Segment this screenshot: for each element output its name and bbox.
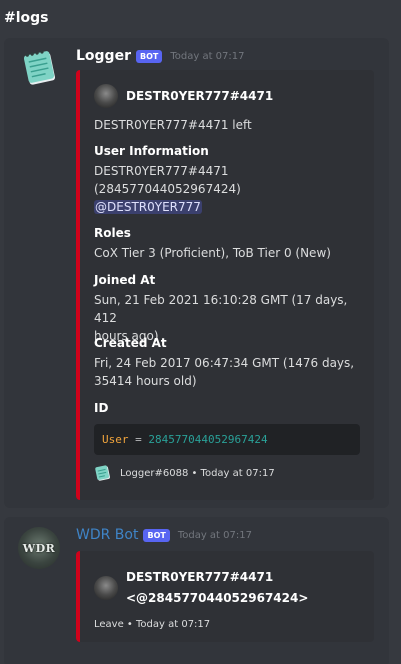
field-name-roles: Roles bbox=[94, 226, 131, 240]
user-tag: DESTR0YER777#4471 bbox=[94, 164, 229, 178]
wdr-avatar-text: WDR bbox=[22, 541, 56, 555]
embed-footer-text: Leave • Today at 07:17 bbox=[94, 619, 211, 630]
created-line-1: Fri, 24 Feb 2017 06:47:34 GMT (1476 days… bbox=[94, 356, 355, 370]
field-value-created: Fri, 24 Feb 2017 06:47:34 GMT (1476 days… bbox=[94, 354, 364, 390]
embed-footer: Logger#6088 • Today at 07:17 bbox=[94, 464, 275, 482]
bot-tag: BOT bbox=[135, 49, 163, 63]
author-avatar-icon bbox=[94, 576, 118, 600]
embed: DESTR0YER777#4471 <@284577044052967424> … bbox=[76, 551, 374, 642]
embed-author: DESTR0YER777#4471 bbox=[94, 84, 273, 108]
channel-title: #logs bbox=[4, 10, 49, 26]
timestamp[interactable]: Today at 07:17 bbox=[178, 530, 252, 541]
created-line-2: 35414 hours old) bbox=[94, 374, 197, 388]
author-line-2: <@284577044052967424> bbox=[126, 591, 309, 605]
timestamp[interactable]: Today at 07:17 bbox=[170, 51, 244, 62]
username[interactable]: WDR Bot bbox=[76, 527, 138, 543]
field-value-roles: CoX Tier 3 (Proficient), ToB Tier 0 (New… bbox=[94, 246, 331, 260]
message-logger: Logger BOT Today at 07:17 DESTR0YER777#4… bbox=[4, 38, 389, 508]
message-wdr-bot: WDR WDR Bot BOT Today at 07:17 DESTR0YER… bbox=[4, 517, 389, 664]
username[interactable]: Logger bbox=[76, 48, 131, 64]
embed-footer: Leave • Today at 07:17 bbox=[94, 619, 210, 630]
user-id: (284577044052967424) bbox=[94, 182, 241, 196]
user-mention[interactable]: @DESTR0YER777 bbox=[94, 200, 202, 214]
embed-author: DESTR0YER777#4471 <@284577044052967424> bbox=[94, 569, 308, 607]
embed-footer-text: Logger#6088 • Today at 07:17 bbox=[120, 467, 275, 479]
field-name-joined: Joined At bbox=[94, 273, 156, 287]
code-key: User bbox=[102, 433, 129, 446]
code-operator: = bbox=[135, 433, 142, 446]
embed-author-name: DESTR0YER777#4471 bbox=[126, 88, 274, 103]
notepad-avatar-icon[interactable] bbox=[18, 48, 60, 90]
wdr-avatar-icon[interactable]: WDR bbox=[18, 527, 60, 569]
message-header: WDR Bot BOT Today at 07:17 bbox=[76, 527, 252, 543]
notepad-icon bbox=[95, 465, 110, 481]
author-avatar-icon bbox=[94, 84, 118, 108]
field-name-user-info: User Information bbox=[94, 144, 209, 158]
message-header: Logger BOT Today at 07:17 bbox=[76, 48, 245, 64]
id-code-block[interactable]: User = 284577044052967424 bbox=[94, 424, 360, 455]
author-line-1: DESTR0YER777#4471 bbox=[126, 570, 274, 584]
code-value: 284577044052967424 bbox=[148, 433, 268, 446]
embed-author-name: DESTR0YER777#4471 <@284577044052967424> bbox=[126, 569, 308, 607]
field-name-id: ID bbox=[94, 401, 109, 415]
embed: DESTR0YER777#4471 DESTR0YER777#4471 left… bbox=[76, 70, 374, 500]
field-value-user-info: DESTR0YER777#4471 (284577044052967424) @… bbox=[94, 162, 364, 216]
joined-line-1: Sun, 21 Feb 2021 16:10:28 GMT (17 days, … bbox=[94, 293, 348, 325]
embed-description: DESTR0YER777#4471 left bbox=[94, 118, 252, 132]
bot-tag: BOT bbox=[143, 528, 170, 542]
field-name-created: Created At bbox=[94, 336, 167, 350]
